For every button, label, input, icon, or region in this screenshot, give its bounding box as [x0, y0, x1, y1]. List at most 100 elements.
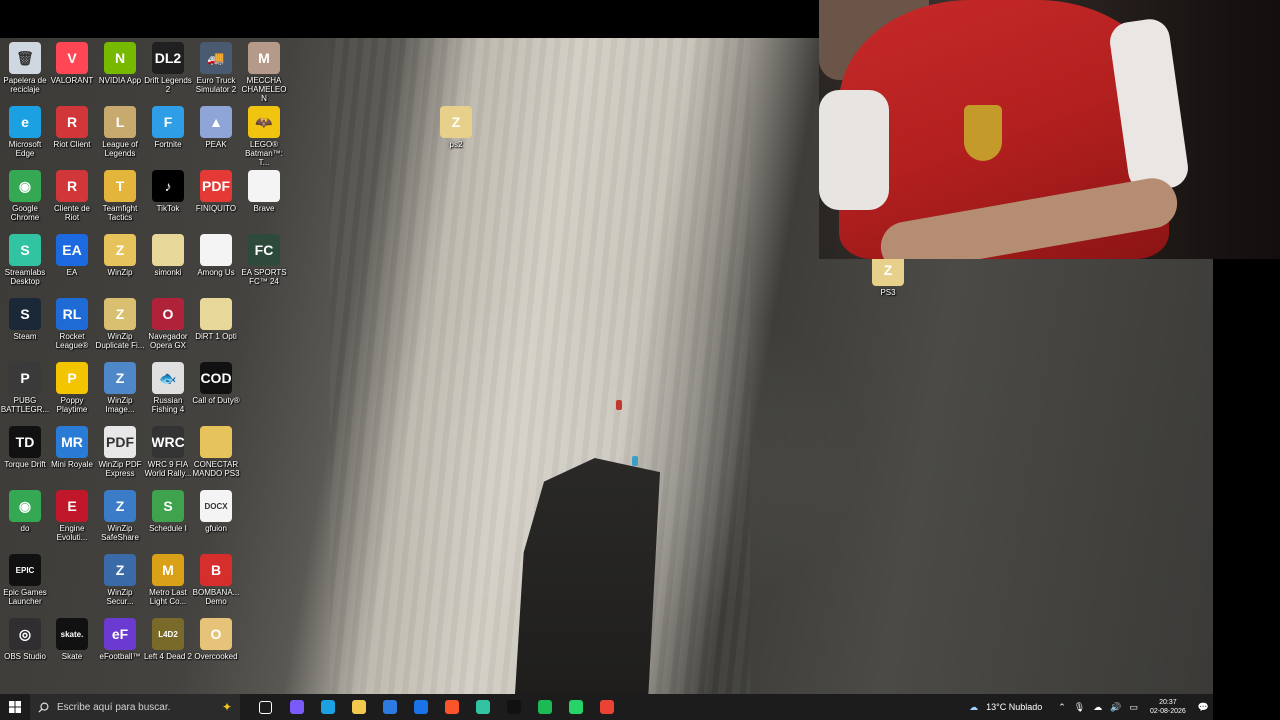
desktop-icon[interactable]: S Schedule I [143, 490, 193, 533]
edge-icon: e [9, 106, 41, 138]
ea-fc24-icon: FC [248, 234, 280, 266]
desktop-icon[interactable]: ◉ Google Chrome [0, 170, 50, 222]
desktop-icon[interactable]: N NVIDIA App [95, 42, 145, 85]
desktop-icon[interactable]: Z WinZip Image... [95, 362, 145, 414]
taskbar-app-edge[interactable] [312, 694, 343, 720]
desktop-icon[interactable]: ♪ TikTok [143, 170, 193, 213]
taskbar-app-file-explorer[interactable] [343, 694, 374, 720]
desktop-icon[interactable]: DOCX gfuion [191, 490, 241, 533]
desktop-icon[interactable]: ◎ OBS Studio [0, 618, 50, 661]
desktop-icon[interactable]: P PUBG BATTLEGR... [0, 362, 50, 414]
desktop-icon[interactable]: skate. Skate [47, 618, 97, 661]
desktop-icon[interactable]: R Cliente de Riot [47, 170, 97, 222]
poppy-playtime-icon: P [56, 362, 88, 394]
microphone-icon[interactable]: 🎙 [1074, 702, 1085, 713]
taskbar-app-streamlabs[interactable] [467, 694, 498, 720]
desktop-icon-label: Overcooked [194, 652, 238, 661]
desktop-icon[interactable]: M Metro Last Light Co... [143, 554, 193, 606]
taskbar-app-spotify[interactable] [529, 694, 560, 720]
desktop-icon[interactable]: Z PS3 [863, 254, 913, 297]
file-icon [248, 170, 280, 202]
taskbar-app-brave[interactable] [436, 694, 467, 720]
desktop-icon[interactable]: PDF FINIQUITO [191, 170, 241, 213]
desktop-icon[interactable]: MR Mini Royale [47, 426, 97, 469]
start-button[interactable] [0, 694, 30, 720]
desktop-icon[interactable]: E Engine Evoluti... [47, 490, 97, 542]
network-icon[interactable]: ☁ [1093, 702, 1102, 713]
desktop-icon[interactable]: O Navegador Opera GX [143, 298, 193, 350]
desktop-icon-label: Among Us [197, 268, 235, 277]
weather-text[interactable]: 13°C Nublado [986, 702, 1042, 712]
desktop-icon[interactable]: eF eFootball™ [95, 618, 145, 661]
desktop-icon[interactable]: Z WinZip SafeShare [95, 490, 145, 542]
edge-icon [320, 700, 335, 714]
torque-drift-icon: TD [9, 426, 41, 458]
desktop-icon[interactable]: V VALORANT [47, 42, 97, 85]
desktop-icon[interactable]: WRC WRC 9 FIA World Rally... [143, 426, 193, 478]
taskbar-app-chrome[interactable] [591, 694, 622, 720]
desktop-icon[interactable]: S Steam [0, 298, 50, 341]
desktop-icon-label: Torque Drift [4, 460, 46, 469]
taskbar-clock[interactable]: 20:37 02-08-2026 [1150, 698, 1186, 716]
desktop-icon[interactable]: O Overcooked [191, 618, 241, 661]
desktop-icon[interactable]: e Microsoft Edge [0, 106, 50, 158]
folder-icon [200, 298, 232, 330]
taskbar-app-tiktok[interactable] [498, 694, 529, 720]
desktop-icon[interactable]: P Poppy Playtime [47, 362, 97, 414]
desktop-icon[interactable]: 🐟 Russian Fishing 4 [143, 362, 193, 414]
taskbar-app-task-view[interactable] [250, 694, 281, 720]
desktop-icon-label: Google Chrome [10, 204, 40, 222]
desktop-icon[interactable]: Brave [239, 170, 289, 213]
desktop-icon[interactable]: Zps2 [431, 106, 481, 149]
desktop-icon[interactable]: 🚚 Euro Truck Simulator 2 [191, 42, 241, 94]
desktop-icon[interactable]: Z WinZip [95, 234, 145, 277]
volume-icon[interactable]: 🔊 [1110, 702, 1121, 713]
desktop-icon[interactable]: 🗑 Papelera de reciclaje [0, 42, 50, 94]
desktop-icon[interactable]: PDF WinZip PDF Express [95, 426, 145, 478]
weather-icon[interactable]: ☁ [969, 702, 978, 713]
desktop-icon-label: Mini Royale [51, 460, 93, 469]
desktop-icon[interactable]: EA EA [47, 234, 97, 277]
desktop-icon[interactable]: S Streamlabs Desktop [0, 234, 50, 286]
desktop-icon[interactable]: DiRT 1 Opti [191, 298, 241, 341]
desktop-icon[interactable]: T Teamfight Tactics [95, 170, 145, 222]
desktop-icon[interactable]: L League of Legends [95, 106, 145, 158]
desktop-icon-label: Riot Client [53, 140, 91, 149]
desktop-icon[interactable]: M MECCHA CHAMELEON [239, 42, 289, 103]
desktop-icon[interactable]: RL Rocket League® [47, 298, 97, 350]
desktop-icon[interactable]: TD Torque Drift [0, 426, 50, 469]
taskbar-search-box[interactable]: Escribe aquí para buscar. ✦ [30, 694, 240, 720]
desktop-icon[interactable]: 🦇 LEGO® Batman™: T... [239, 106, 289, 167]
desktop-icon[interactable]: L4D2 Left 4 Dead 2 [143, 618, 193, 661]
rocket-league-icon: RL [56, 298, 88, 330]
taskbar-app-outlook[interactable] [405, 694, 436, 720]
desktop-icon[interactable]: CONECTAR MANDO PS3 [191, 426, 241, 478]
desktop-icon[interactable]: ◉ do [0, 490, 50, 533]
desktop-icon[interactable]: Among Us [191, 234, 241, 277]
desktop-icon[interactable]: ▲ PEAK [191, 106, 241, 149]
taskbar-app-microsoft-store[interactable] [374, 694, 405, 720]
display-icon[interactable]: ▭ [1129, 702, 1138, 713]
spotify-icon [537, 700, 552, 714]
desktop-icon[interactable]: FC EA SPORTS FC™ 24 [239, 234, 289, 286]
overcooked-icon: O [200, 618, 232, 650]
desktop-icon[interactable]: Z WinZip Secur... [95, 554, 145, 606]
winzip-secure-icon: Z [104, 554, 136, 586]
desktop-icon-label: Fortnite [154, 140, 182, 149]
desktop-icon[interactable]: COD Call of Duty® [191, 362, 241, 405]
chevron-up-icon[interactable]: ⌃ [1058, 702, 1066, 713]
desktop-icon[interactable]: Z WinZip Duplicate Fi... [95, 298, 145, 350]
desktop-icon[interactable]: simonki [143, 234, 193, 277]
desktop-icon[interactable]: F Fortnite [143, 106, 193, 149]
desktop-icon-label: Drift Legends 2 [144, 76, 192, 94]
fortnite-icon: F [152, 106, 184, 138]
desktop-icon[interactable]: DL2 Drift Legends 2 [143, 42, 193, 94]
taskbar-app-copilot[interactable] [281, 694, 312, 720]
taskbar-app-whatsapp[interactable] [560, 694, 591, 720]
notifications-icon[interactable]: 💬 [1198, 702, 1209, 713]
desktop-icon[interactable]: R Riot Client [47, 106, 97, 149]
desktop-icon[interactable]: EPIC Epic Games Launcher [0, 554, 50, 606]
desktop-icon-label: Metro Last Light Co... [149, 588, 187, 606]
desktop-icon-label: Left 4 Dead 2 [143, 652, 193, 661]
desktop-icon[interactable]: B BOMBANA... Demo [191, 554, 241, 606]
